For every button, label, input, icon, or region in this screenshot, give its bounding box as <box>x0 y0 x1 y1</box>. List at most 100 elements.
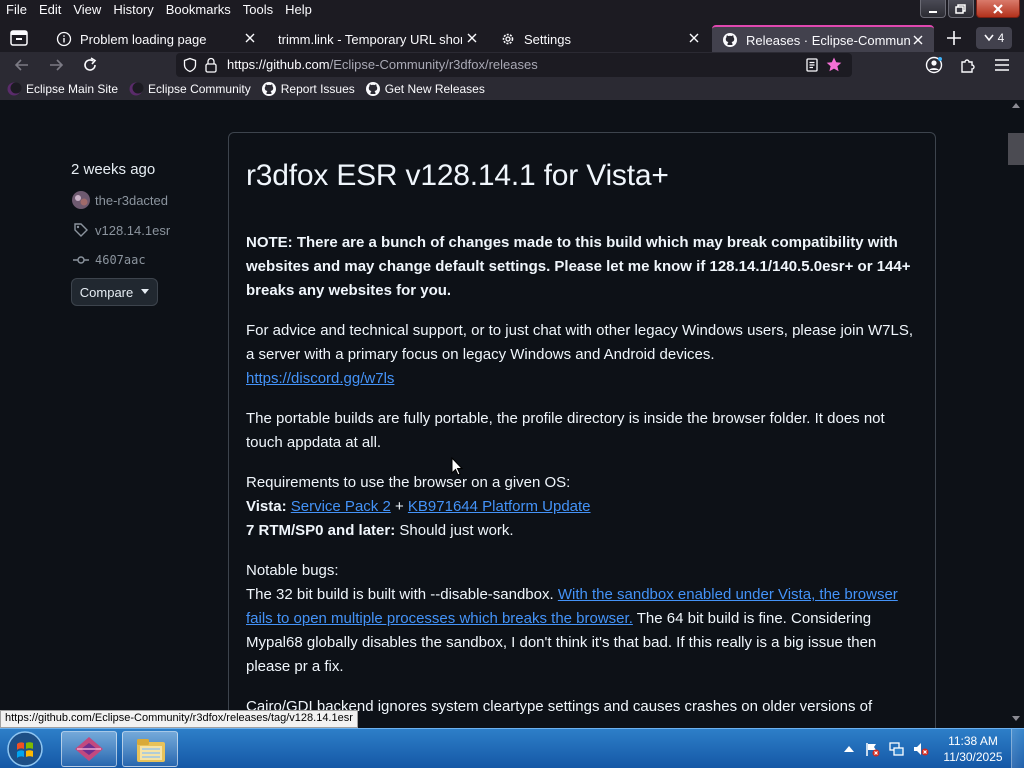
list-all-tabs-button[interactable]: 4 <box>976 27 1012 49</box>
scroll-down-icon[interactable] <box>1012 716 1020 722</box>
plus-icon <box>947 31 961 45</box>
avatar-icon <box>72 191 90 209</box>
forward-button[interactable] <box>45 55 67 75</box>
close-icon <box>913 35 923 45</box>
tab-trimm-link[interactable]: trimm.link - Temporary URL shortener <box>268 25 488 53</box>
service-pack-2-link[interactable]: Service Pack 2 <box>291 498 391 515</box>
menu-view[interactable]: View <box>67 0 107 20</box>
tab-problem-loading[interactable]: Problem loading page <box>46 25 266 53</box>
requirements-heading: Requirements to use the browser on a giv… <box>246 474 571 491</box>
support-text: For advice and technical support, or to … <box>246 322 913 363</box>
maximize-button[interactable] <box>948 0 974 18</box>
bugs-heading: Notable bugs: <box>246 562 339 579</box>
tab-title: trimm.link - Temporary URL shortener <box>278 31 462 47</box>
menu-edit[interactable]: Edit <box>33 0 67 20</box>
compare-button[interactable]: Compare <box>71 278 158 306</box>
account-button[interactable] <box>923 55 945 75</box>
discord-link[interactable]: https://discord.gg/w7ls <box>246 370 394 387</box>
new-tab-button[interactable] <box>944 28 964 48</box>
scrollbar-thumb[interactable] <box>1008 133 1024 165</box>
action-center-flag-icon[interactable] <box>864 741 880 757</box>
bookmark-star-icon[interactable] <box>825 56 843 74</box>
menu-bar: File Edit View History Bookmarks Tools H… <box>0 0 1024 20</box>
back-button[interactable] <box>11 55 33 75</box>
firefox-view-icon <box>10 30 28 46</box>
compare-label: Compare <box>79 284 134 300</box>
menu-history[interactable]: History <box>107 0 159 20</box>
menu-file[interactable]: File <box>0 0 33 20</box>
tab-close-button[interactable] <box>910 32 926 48</box>
account-icon <box>925 56 943 74</box>
info-icon <box>56 31 72 47</box>
win7-label: 7 RTM/SP0 and later: <box>246 522 396 539</box>
tab-title: Problem loading page <box>80 31 207 47</box>
release-card: r3dfox ESR v128.14.1 for Vista+ NOTE: Th… <box>228 132 936 728</box>
release-author[interactable]: the-r3dacted <box>71 190 168 210</box>
caret-down-icon <box>141 289 150 294</box>
tab-close-button[interactable] <box>242 30 258 46</box>
minimize-icon <box>929 10 937 13</box>
start-button[interactable] <box>4 730 46 768</box>
scroll-up-icon[interactable] <box>1012 103 1020 109</box>
release-commit[interactable]: 4607aac <box>71 250 146 270</box>
window-controls <box>920 0 1020 19</box>
tab-settings[interactable]: Settings <box>490 25 710 53</box>
tab-close-button[interactable] <box>686 30 702 46</box>
bookmark-report-issues[interactable]: Report Issues <box>261 81 355 97</box>
github-icon <box>365 82 380 96</box>
tab-releases[interactable]: Releases · Eclipse-Community/r3dfox <box>712 25 934 53</box>
bookmark-eclipse-community[interactable]: Eclipse Community <box>128 81 251 97</box>
close-icon <box>993 3 1003 14</box>
close-icon <box>245 33 255 43</box>
show-desktop-button[interactable] <box>1011 729 1024 768</box>
menu-bookmarks[interactable]: Bookmarks <box>160 0 237 20</box>
taskbar: 11:38 AM 11/30/2025 <box>0 728 1024 768</box>
chevron-down-icon <box>984 34 994 42</box>
bookmark-label: Eclipse Main Site <box>26 82 119 96</box>
gear-icon <box>502 33 514 45</box>
bookmark-label: Eclipse Community <box>148 82 251 96</box>
menu-help[interactable]: Help <box>279 0 318 20</box>
clock-date: 11/30/2025 <box>943 750 1003 764</box>
plus-text: + <box>394 498 404 515</box>
url-text[interactable]: https://github.com/Eclipse-Community/r3d… <box>227 57 538 72</box>
commit-hash: 4607aac <box>95 253 146 267</box>
lock-icon[interactable] <box>204 57 218 73</box>
release-time-ago: 2 weeks ago <box>71 161 156 178</box>
r3dfox-icon <box>75 737 103 761</box>
reload-icon <box>84 57 97 71</box>
eclipse-icon <box>129 82 144 96</box>
eclipse-icon <box>7 82 22 96</box>
volume-muted-icon[interactable] <box>912 741 930 757</box>
release-title[interactable]: r3dfox ESR v128.14.1 for Vista+ <box>246 159 669 193</box>
show-hidden-icons-icon[interactable] <box>844 745 854 753</box>
tab-close-button[interactable] <box>464 30 480 46</box>
url-bar[interactable]: https://github.com/Eclipse-Community/r3d… <box>176 53 852 77</box>
bookmark-get-new-releases[interactable]: Get New Releases <box>365 81 485 97</box>
system-tray <box>844 729 930 768</box>
tag-name: v128.14.1esr <box>95 222 171 238</box>
commit-icon <box>73 256 89 264</box>
bookmark-eclipse-main-site[interactable]: Eclipse Main Site <box>6 81 118 97</box>
page-scrollbar[interactable] <box>1008 100 1024 728</box>
extensions-button[interactable] <box>957 55 979 75</box>
shield-icon[interactable] <box>182 57 198 73</box>
close-icon <box>689 33 699 43</box>
reader-view-icon[interactable] <box>804 57 820 73</box>
bug-sandbox-text: The 32 bit build is built with --disable… <box>246 586 554 603</box>
platform-update-link[interactable]: KB971644 Platform Update <box>408 498 591 515</box>
taskbar-browser-app[interactable] <box>61 731 117 767</box>
taskbar-explorer-app[interactable] <box>122 731 178 767</box>
github-icon <box>261 82 276 96</box>
arrow-left-icon <box>14 59 28 71</box>
close-window-button[interactable] <box>976 0 1020 18</box>
firefox-view-button[interactable] <box>8 27 30 49</box>
release-tag[interactable]: v128.14.1esr <box>71 220 170 240</box>
menu-tools[interactable]: Tools <box>237 0 279 20</box>
app-menu-button[interactable] <box>991 55 1013 75</box>
taskbar-clock[interactable]: 11:38 AM 11/30/2025 <box>940 733 1006 765</box>
reload-button[interactable] <box>79 55 101 75</box>
network-icon[interactable] <box>888 741 904 757</box>
minimize-button[interactable] <box>920 0 946 18</box>
release-note-warning: NOTE: There are a bunch of changes made … <box>246 234 911 299</box>
